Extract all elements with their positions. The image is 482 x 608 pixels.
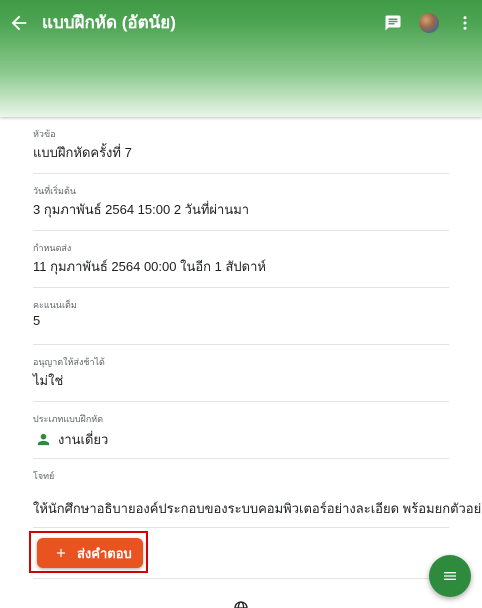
field-value: 5 (33, 313, 41, 328)
app-bar: แบบฝึกหัด (อัตนัย) (0, 0, 482, 117)
field-topic: หัวข้อ แบบฝึกหัดครั้งที่ 7 (33, 117, 449, 174)
field-label: หัวข้อ (33, 129, 56, 139)
submit-answer-button[interactable]: ส่งคำตอบ (37, 538, 143, 568)
field-label: คะแนนเต็ม (33, 300, 77, 310)
divider (33, 578, 449, 579)
menu-icon (444, 572, 456, 580)
menu-fab-button[interactable] (429, 555, 471, 597)
field-question: โจทย์ ให้นักศึกษาอธิบายองค์ประกอบของระบบ… (33, 459, 482, 528)
field-value: แบบฝึกหัดครั้งที่ 7 (33, 145, 132, 160)
comment-icon[interactable] (384, 14, 402, 32)
field-due-date: กำหนดส่ง 11 กุมภาพันธ์ 2564 00:00 ในอีก … (33, 231, 449, 288)
field-value: 11 กุมภาพันธ์ 2564 00:00 ในอีก 1 สัปดาห์ (33, 259, 266, 274)
field-label: ประเภทแบบฝึกหัด (33, 414, 104, 424)
person-icon (37, 433, 50, 446)
submit-button-label: ส่งคำตอบ (77, 545, 132, 561)
arrow-back-icon[interactable] (8, 12, 30, 34)
submit-highlight-box: ส่งคำตอบ (29, 531, 148, 573)
field-value: 3 กุมภาพันธ์ 2564 15:00 2 วันที่ผ่านมา (33, 202, 250, 217)
more-vert-icon[interactable] (456, 13, 474, 33)
assignment-details: หัวข้อ แบบฝึกหัดครั้งที่ 7 วันที่เริ่มต้… (33, 117, 482, 528)
field-value: ไม่ใช่ (33, 373, 64, 388)
assignment-type-row: งานเดี่ยว (33, 429, 108, 450)
field-label: อนุญาตให้ส่งช้าได้ (33, 357, 105, 367)
avatar[interactable] (419, 13, 439, 33)
globe-icon[interactable] (233, 600, 249, 608)
plus-icon (56, 548, 66, 558)
field-label: กำหนดส่ง (33, 243, 72, 253)
field-value: ให้นักศึกษาอธิบายองค์ประกอบของระบบคอมพิว… (33, 501, 482, 516)
field-label: โจทย์ (33, 471, 55, 481)
field-label: วันที่เริ่มต้น (33, 186, 76, 196)
field-full-score: คะแนนเต็ม 5 (33, 288, 449, 345)
field-assignment-type: ประเภทแบบฝึกหัด งานเดี่ยว (33, 402, 449, 459)
field-value: งานเดี่ยว (58, 432, 109, 447)
page-title: แบบฝึกหัด (อัตนัย) (42, 13, 176, 32)
field-late-submission: อนุญาตให้ส่งช้าได้ ไม่ใช่ (33, 345, 449, 402)
field-start-date: วันที่เริ่มต้น 3 กุมภาพันธ์ 2564 15:00 2… (33, 174, 449, 231)
